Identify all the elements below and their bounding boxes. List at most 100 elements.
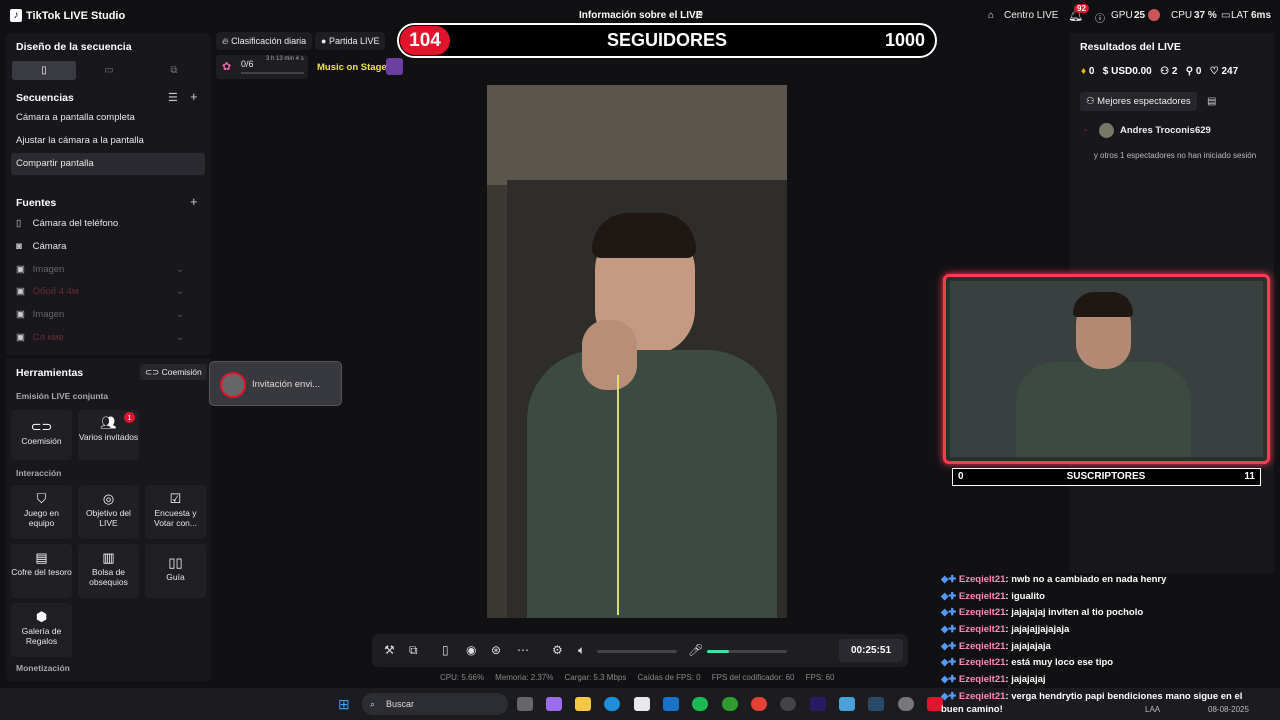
daily-ranking-pill[interactable]: 🔥︎ Clasificación diaria xyxy=(216,32,313,50)
list-detail-icon[interactable]: ▤ xyxy=(1207,96,1216,107)
chat-message: ◆✚ Ezeqielt21: está muy loco ese tipo xyxy=(941,657,1113,668)
steam-icon[interactable] xyxy=(868,697,884,711)
secondary-camera-frame xyxy=(943,274,1270,464)
add-source-icon[interactable]: + xyxy=(190,194,198,209)
top-viewers-label: Mejores espectadores xyxy=(1097,96,1191,107)
top-viewer-name[interactable]: Andres Troconis629 xyxy=(1120,125,1211,136)
window-icon[interactable]: ▭ xyxy=(1221,10,1230,21)
help-icon[interactable]: ⓘ xyxy=(1095,10,1105,25)
bag-icon: ▥ xyxy=(102,550,115,565)
mic-slider[interactable] xyxy=(707,650,787,653)
landscape-layout-tab[interactable]: ▭ xyxy=(77,61,141,80)
task-view-icon[interactable] xyxy=(517,697,533,711)
date[interactable]: 08-08-2025 xyxy=(1208,705,1249,714)
replay-icon[interactable]: ⊛ xyxy=(491,643,501,657)
settings-sliders-icon[interactable]: ⚙ xyxy=(552,643,563,657)
source-item[interactable]: ◙ Cámara xyxy=(16,237,206,257)
dual-layout-tab[interactable]: ⧉ xyxy=(142,61,206,80)
person-sweater xyxy=(1016,362,1191,457)
music-on-stage[interactable]: Music on Stage xyxy=(317,62,387,73)
chevron-down-icon[interactable]: ⌄ xyxy=(176,260,184,280)
monetization-title: Monetización xyxy=(16,663,70,673)
source-item[interactable]: ▣ Обой 4 4м ⌄ xyxy=(16,282,206,302)
live-stats: ♦ 0 $ USD0.00 ⚇ 2 ⚲ 0 ♡ 247 xyxy=(1081,66,1238,77)
file-explorer-icon[interactable] xyxy=(575,697,591,711)
badge-icon: ◆✚ xyxy=(941,574,957,585)
settings-icon[interactable] xyxy=(898,697,914,711)
badge-icon: ◆✚ xyxy=(941,691,957,702)
photos-icon[interactable] xyxy=(839,697,855,711)
tool-label: Cofre del tesoro xyxy=(11,567,72,577)
progress-widget[interactable]: ✿ 0/6 3 h 13 min 4 s xyxy=(216,55,308,79)
source-item[interactable]: ▣ Сл кмв ⌄ xyxy=(16,328,206,348)
portrait-layout-tab[interactable]: ▯ xyxy=(12,61,76,80)
github-icon[interactable] xyxy=(780,697,796,711)
source-label: Cámara xyxy=(32,241,67,252)
speaker-icon[interactable]: 🔈︎ xyxy=(578,643,585,658)
live-match-label: Partida LIVE xyxy=(328,36,380,46)
coemision-link[interactable]: ⊂⊃ Coemisión xyxy=(140,364,207,380)
tool-label: Encuesta y Votar con... xyxy=(154,508,197,528)
camera-icon: ◙ xyxy=(16,241,22,252)
centro-live-button[interactable]: Centro LIVE xyxy=(1004,10,1058,21)
volume-slider[interactable] xyxy=(597,650,677,653)
live-info-link[interactable]: Información sobre el LIVE xyxy=(579,10,702,21)
share-icon[interactable]: ⇗ xyxy=(694,8,704,22)
source-item[interactable]: ▣ Imagen ⌄ xyxy=(16,260,206,280)
screenshot-icon[interactable]: ⧉ xyxy=(409,643,418,658)
source-label: Сл кмв xyxy=(32,332,64,343)
avatar[interactable] xyxy=(1148,9,1160,21)
windows-start-icon[interactable]: ⊞ xyxy=(338,696,350,713)
copilot-icon[interactable] xyxy=(546,697,562,711)
coemision-tool[interactable]: ⊂⊃ Coemisión xyxy=(11,410,72,460)
sequence-item[interactable]: Compartir pantalla xyxy=(11,153,205,175)
mic-icon[interactable]: 🎤︎ xyxy=(688,643,703,657)
live-match-pill[interactable]: ● Partida LIVE xyxy=(315,32,386,50)
outlook-icon[interactable] xyxy=(663,697,679,711)
cpu-value: 37 % xyxy=(1194,10,1217,21)
magic-icon[interactable]: ⚒ xyxy=(384,643,395,657)
more-icon[interactable]: ⋯ xyxy=(517,643,529,657)
live-goal-tool[interactable]: ◎ Objetivo del LIVE xyxy=(78,485,139,539)
layout-title: Diseño de la secuencia xyxy=(16,41,132,53)
cpu-stat: CPU: 5.66% xyxy=(440,673,485,682)
premiere-icon[interactable] xyxy=(810,697,826,711)
image-icon: ▣ xyxy=(16,332,25,343)
chat-user: Ezeqielt21 xyxy=(958,591,1006,602)
rank-dash: - xyxy=(1084,125,1088,136)
chat-message: ◆✚ Ezeqielt21: jajajajaja xyxy=(941,641,1051,652)
source-item[interactable]: ▯ Cámara del teléfono xyxy=(16,214,206,234)
load-stat: Cargar: 5.3 Mbps xyxy=(564,673,627,682)
list-icon[interactable]: ☰ xyxy=(168,91,178,104)
store-icon[interactable] xyxy=(634,697,650,711)
language-indicator[interactable]: LAA xyxy=(1145,705,1160,714)
followers-goal: 1000 xyxy=(884,30,925,50)
top-viewers-tab[interactable]: ⚇ Mejores espectadores xyxy=(1080,92,1197,111)
chevron-down-icon[interactable]: ⌄ xyxy=(176,282,184,302)
subs-label: SUSCRIPTORES xyxy=(1066,471,1146,482)
guide-tool[interactable]: ▯▯ Guía xyxy=(145,544,206,598)
search-placeholder: Buscar xyxy=(386,699,415,709)
chrome-icon[interactable] xyxy=(751,697,767,711)
poll-tool[interactable]: ☑ Encuesta y Votar con... xyxy=(145,485,206,539)
chevron-down-icon[interactable]: ⌄ xyxy=(176,305,184,325)
add-sequence-icon[interactable]: + xyxy=(190,89,198,104)
spotify-icon[interactable] xyxy=(692,697,708,711)
chat-text: : jajajajaja xyxy=(1005,641,1051,652)
tool-label: Guía xyxy=(166,572,185,582)
sequence-item[interactable]: Cámara a pantalla completa xyxy=(11,107,205,129)
phone-icon[interactable]: ▯ xyxy=(442,643,449,657)
team-game-tool[interactable]: ⛉ Juego en equipo xyxy=(11,485,72,539)
record-icon[interactable]: ◉ xyxy=(466,643,476,657)
taskbar-search[interactable]: ⌕ Buscar xyxy=(362,693,508,715)
sequence-item[interactable]: Ajustar la cámara a la pantalla xyxy=(11,130,205,152)
left-panel: Diseño de la secuencia ▯ ▭ ⧉ Secuencias … xyxy=(6,33,211,681)
chevron-down-icon[interactable]: ⌄ xyxy=(176,328,184,348)
edge-icon[interactable] xyxy=(604,697,620,711)
gift-gallery-tool[interactable]: ⬢ Galería de Regalos xyxy=(11,603,72,657)
source-item[interactable]: ▣ Imagen ⌄ xyxy=(16,305,206,325)
xbox-icon[interactable] xyxy=(722,697,738,711)
mic-level xyxy=(707,650,730,653)
treasure-chest-tool[interactable]: ▤ Cofre del tesoro xyxy=(11,544,72,598)
gift-bag-tool[interactable]: ▥ Bolsa de obsequios xyxy=(78,544,139,598)
